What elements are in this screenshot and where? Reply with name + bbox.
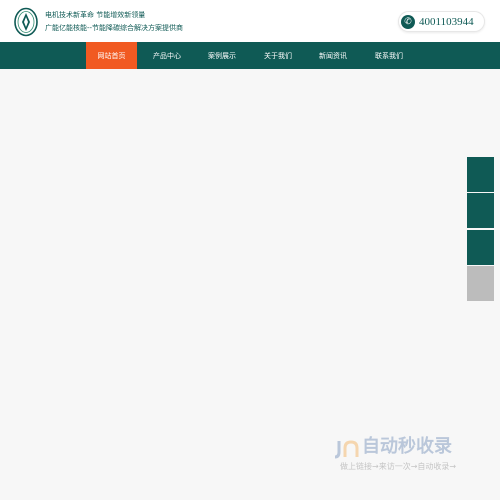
phone-icon: ✆ bbox=[401, 14, 415, 29]
nav-item-about[interactable]: 关于我们 bbox=[253, 42, 303, 69]
nav-item-news[interactable]: 新闻资讯 bbox=[308, 42, 358, 69]
watermark: 自动秒收录 做上链接→来访一次→自动收录→ bbox=[330, 431, 480, 477]
back-to-top-button[interactable] bbox=[467, 266, 494, 301]
tagline-line-1: 电机技术新革命 节能增效新领量 bbox=[45, 11, 146, 19]
main-nav: 网站首页 产品中心 案例展示 关于我们 新闻资讯 联系我们 bbox=[0, 42, 500, 69]
nav-item-home[interactable]: 网站首页 bbox=[86, 42, 137, 69]
side-toolbar-button-1[interactable] bbox=[467, 157, 494, 192]
company-logo-icon[interactable] bbox=[14, 7, 38, 37]
hotline-number: 4001103944 bbox=[419, 15, 474, 28]
side-toolbar-button-3[interactable] bbox=[467, 230, 494, 265]
tagline-line-2: 广能亿能核能--节能降碳综合解决方案提供商 bbox=[45, 24, 184, 32]
nav-item-cases[interactable]: 案例展示 bbox=[197, 42, 247, 69]
nav-item-contact[interactable]: 联系我们 bbox=[364, 42, 414, 69]
watermark-title: 自动秒收录 bbox=[362, 436, 452, 457]
hotline-badge[interactable]: ✆ 4001103944 bbox=[398, 11, 485, 32]
watermark-logo-icon bbox=[334, 440, 359, 459]
nav-item-products[interactable]: 产品中心 bbox=[142, 42, 192, 69]
watermark-subtitle: 做上链接→来访一次→自动收录→ bbox=[340, 462, 457, 471]
side-toolbar-button-2[interactable] bbox=[467, 193, 494, 228]
site-header: 电机技术新革命 节能增效新领量 广能亿能核能--节能降碳综合解决方案提供商 ✆ … bbox=[0, 0, 500, 42]
